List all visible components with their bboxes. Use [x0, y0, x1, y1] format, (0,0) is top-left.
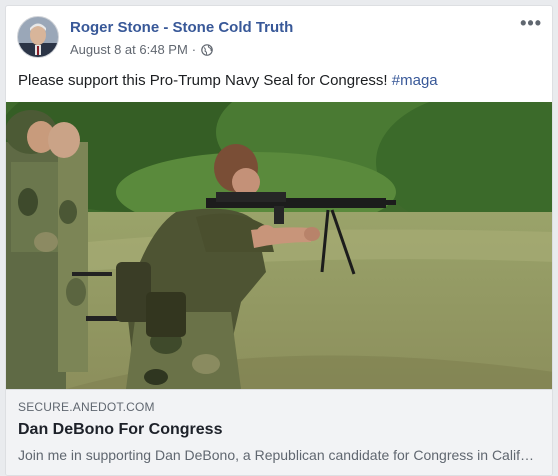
meta-separator: ·: [191, 42, 197, 57]
more-options-icon[interactable]: •••: [520, 14, 542, 32]
post-text: Please support this Pro-Trump Navy Seal …: [18, 72, 438, 89]
post-timestamp[interactable]: August 8 at 6:48 PM: [70, 42, 188, 57]
post-card: Roger Stone - Stone Cold Truth August 8 …: [5, 5, 553, 476]
link-preview[interactable]: SECURE.ANEDOT.COM Dan DeBono For Congres…: [6, 389, 552, 475]
author-avatar[interactable]: [17, 16, 59, 58]
post-meta: August 8 at 6:48 PM ·: [70, 42, 213, 57]
hashtag-link[interactable]: #maga: [392, 72, 438, 89]
author-name[interactable]: Roger Stone - Stone Cold Truth: [70, 19, 293, 36]
post-photo[interactable]: [6, 102, 552, 389]
post-body: Please support this Pro-Trump Navy Seal …: [18, 72, 392, 89]
link-domain: SECURE.ANEDOT.COM: [18, 400, 155, 414]
link-title[interactable]: Dan DeBono For Congress: [18, 421, 222, 439]
link-description: Join me in supporting Dan DeBono, a Repu…: [18, 447, 538, 463]
globe-icon[interactable]: [201, 43, 213, 56]
